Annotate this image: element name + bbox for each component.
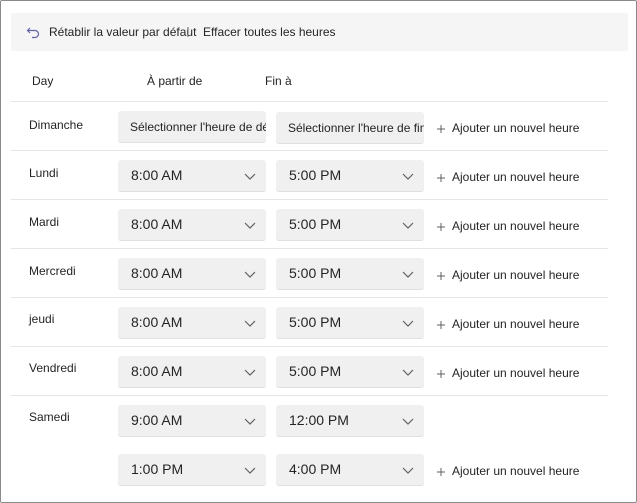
clear-all-hours-label: Effacer toutes les heures <box>203 25 336 39</box>
add-new-hour-button[interactable]: Ajouter un nouvel heure <box>436 265 579 285</box>
start-time-select-2[interactable]: 1:00 PM <box>118 454 266 486</box>
chevron-down-icon <box>244 222 256 229</box>
end-time-value: 5:00 PM <box>289 314 342 330</box>
column-header-from: À partir de <box>147 74 203 88</box>
chevron-down-icon <box>244 369 256 376</box>
add-new-hour-label: Ajouter un nouvel heure <box>452 170 580 184</box>
plus-icon <box>436 172 446 182</box>
reset-default-label: Rétablir la valeur par défaut <box>49 25 197 39</box>
add-new-hour-label: Ajouter un nouvel heure <box>452 268 580 282</box>
start-time-value: 9:00 AM <box>131 412 183 428</box>
add-new-hour-button[interactable]: Ajouter un nouvel heure <box>436 167 579 187</box>
end-time-select[interactable]: 5:00 PM <box>276 258 424 290</box>
add-new-hour-label: Ajouter un nouvel heure <box>452 464 580 478</box>
add-new-hour-label: Ajouter un nouvel heure <box>452 121 580 135</box>
day-label: jeudi <box>29 312 55 326</box>
undo-arrow-icon <box>25 24 41 40</box>
plus-icon <box>436 466 446 476</box>
end-time-select[interactable]: 5:00 PM <box>276 160 424 192</box>
start-time-value: 8:00 AM <box>131 216 183 232</box>
divider <box>11 248 608 249</box>
plus-icon <box>436 123 446 133</box>
start-time-select[interactable]: 8:00 AM <box>118 356 266 388</box>
clear-icon <box>183 24 199 40</box>
start-time-select[interactable]: 8:00 AM <box>118 307 266 339</box>
divider <box>11 346 608 347</box>
end-time-select[interactable]: 5:00 PM <box>276 307 424 339</box>
chevron-down-icon <box>244 467 256 474</box>
end-time-value: Sélectionner l'heure de fin <box>288 121 424 135</box>
start-time-select[interactable]: 8:00 AM <box>118 160 266 192</box>
add-new-hour-button[interactable]: Ajouter un nouvel heure <box>436 216 579 236</box>
start-time-value: 8:00 AM <box>131 167 183 183</box>
end-time-value: 5:00 PM <box>289 216 342 232</box>
column-header-day: Day <box>32 74 54 88</box>
chevron-down-icon <box>402 222 414 229</box>
start-time-select[interactable]: 8:00 AM <box>118 258 266 290</box>
divider <box>11 297 608 298</box>
end-time-value: 5:00 PM <box>289 167 342 183</box>
end-time-select[interactable]: Sélectionner l'heure de fin <box>276 112 424 144</box>
divider <box>11 395 608 396</box>
day-label: Dimanche <box>29 118 84 132</box>
end-time-value: 5:00 PM <box>289 265 342 281</box>
chevron-down-icon <box>402 320 414 327</box>
chevron-down-icon <box>244 418 256 425</box>
add-new-hour-label: Ajouter un nouvel heure <box>452 219 580 233</box>
end-time-select[interactable]: 12:00 PM <box>276 405 424 437</box>
chevron-down-icon <box>402 271 414 278</box>
add-new-hour-label: Ajouter un nouvel heure <box>452 366 580 380</box>
chevron-down-icon <box>402 467 414 474</box>
add-new-hour-button[interactable]: Ajouter un nouvel heure <box>436 314 579 334</box>
plus-icon <box>436 270 446 280</box>
divider <box>11 150 608 151</box>
end-time-select-2[interactable]: 4:00 PM <box>276 454 424 486</box>
end-time-value: 5:00 PM <box>289 363 342 379</box>
chevron-down-icon <box>244 271 256 278</box>
chevron-down-icon <box>402 418 414 425</box>
chevron-down-icon <box>402 369 414 376</box>
plus-icon <box>436 319 446 329</box>
divider <box>11 101 608 102</box>
toolbar: Rétablir la valeur par défaut Effacer to… <box>11 13 628 51</box>
start-time-select[interactable]: Sélectionner l'heure de début <box>118 111 266 143</box>
plus-icon <box>436 221 446 231</box>
plus-icon <box>436 368 446 378</box>
start-time-value: 8:00 AM <box>131 363 183 379</box>
end-time-value: 4:00 PM <box>289 461 342 477</box>
add-new-hour-button[interactable]: Ajouter un nouvel heure <box>436 363 579 383</box>
day-label: Mercredi <box>29 264 76 278</box>
start-time-value: Sélectionner l'heure de début <box>130 120 266 134</box>
add-new-hour-label: Ajouter un nouvel heure <box>452 317 580 331</box>
clear-all-hours-button[interactable]: Effacer toutes les heures <box>183 13 336 51</box>
start-time-select[interactable]: 9:00 AM <box>118 405 266 437</box>
reset-default-button[interactable]: Rétablir la valeur par défaut <box>25 13 196 51</box>
start-time-value: 8:00 AM <box>131 314 183 330</box>
column-header-to: Fin à <box>265 74 292 88</box>
add-new-hour-button[interactable]: Ajouter un nouvel heure <box>436 118 579 138</box>
chevron-down-icon <box>402 173 414 180</box>
chevron-down-icon <box>244 320 256 327</box>
day-label: Lundi <box>29 166 59 180</box>
start-time-value: 8:00 AM <box>131 265 183 281</box>
end-time-select[interactable]: 5:00 PM <box>276 356 424 388</box>
divider <box>11 199 608 200</box>
end-time-select[interactable]: 5:00 PM <box>276 209 424 241</box>
start-time-value: 1:00 PM <box>131 461 184 477</box>
start-time-select[interactable]: 8:00 AM <box>118 209 266 241</box>
day-label: Vendredi <box>29 361 77 375</box>
add-new-hour-button[interactable]: Ajouter un nouvel heure <box>436 461 579 481</box>
day-label: Samedi <box>29 410 70 424</box>
end-time-value: 12:00 PM <box>289 412 349 428</box>
chevron-down-icon <box>244 173 256 180</box>
day-label: Mardi <box>29 215 60 229</box>
working-hours-panel: Rétablir la valeur par défaut Effacer to… <box>0 0 637 503</box>
